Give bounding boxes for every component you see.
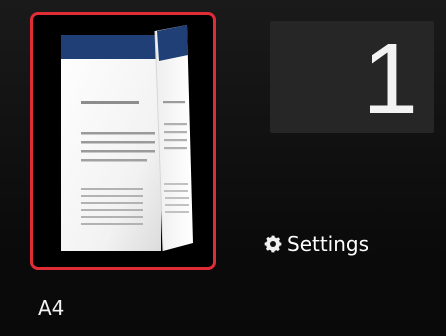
- document-preview-tile[interactable]: [30, 12, 216, 270]
- gear-icon: [264, 235, 282, 253]
- document-preview-icon: [61, 25, 193, 252]
- copies-count-value: 1: [362, 23, 418, 135]
- settings-label: Settings: [287, 232, 370, 256]
- paper-size-label: A4: [38, 296, 65, 320]
- copies-count-box[interactable]: 1: [270, 21, 434, 133]
- print-setup-screen: 1 Settings A4: [0, 0, 446, 336]
- settings-button[interactable]: Settings: [263, 227, 369, 261]
